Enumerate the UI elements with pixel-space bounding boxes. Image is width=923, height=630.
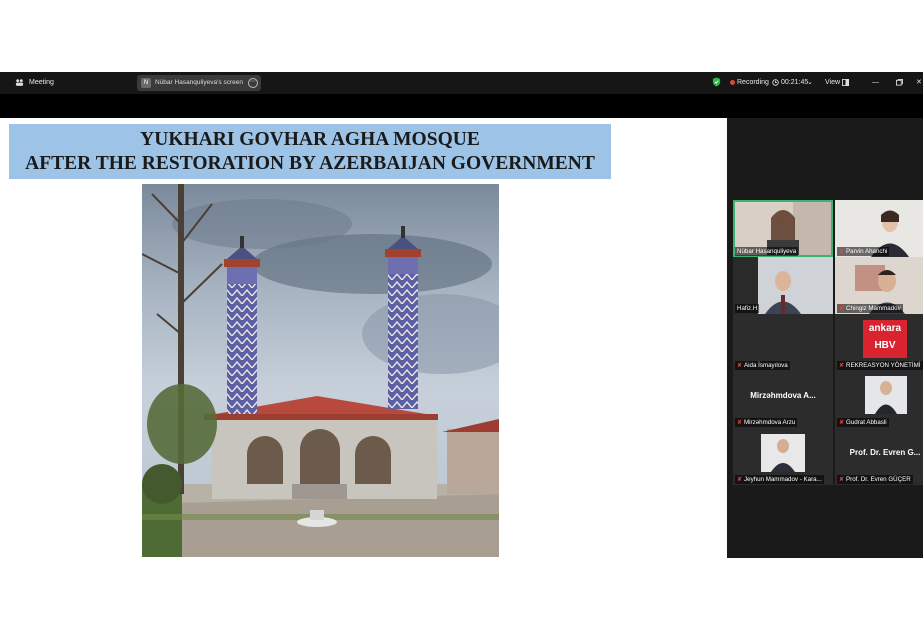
meeting-timer: 00:21:45 [781, 79, 809, 86]
participants-panel: Nübar Hasanquliyeva ✘ Parvin Ahanchi Hafi… [727, 118, 923, 558]
mic-muted-icon: ✘ [839, 477, 845, 483]
mosque-illustration [142, 184, 499, 557]
mosque-photo [142, 184, 499, 557]
screen-share-indicator[interactable]: N Nübar Hasanquliyeva's screen ⋯ [137, 75, 261, 91]
participant-name: ✘ Mirzəhmdova Arzu [735, 418, 798, 427]
participant-name: ✘ REKREASYON YÖNETİMİ [837, 361, 923, 370]
mic-muted-icon: ✘ [737, 363, 743, 369]
page-bottom [0, 558, 923, 630]
participant-tile[interactable]: ✘ Jeyhun Mammadov - Kara... [733, 428, 833, 485]
participant-name: ✘ Prof. Dr. Evren GÜÇER [837, 475, 913, 484]
participant-tile[interactable]: ankara HBV ✘ REKREASYON YÖNETİMİ [835, 314, 923, 371]
participant-tile[interactable]: Prof. Dr. Evren G... ✘ Prof. Dr. Evren GÜ… [835, 428, 923, 485]
participant-name: ✘ Jeyhun Mammadov - Kara... [735, 475, 824, 484]
toolbar-strip [0, 94, 923, 118]
participant-name: Hafiz.H [735, 304, 760, 313]
meeting-icon [15, 72, 24, 94]
view-label[interactable]: View [825, 72, 840, 94]
more-icon[interactable]: ⋯ [248, 78, 258, 88]
mic-muted-icon: ✘ [839, 249, 845, 255]
participant-name: ✘ Aida İsmayılova [735, 361, 790, 370]
participant-logo: ankara HBV [863, 320, 907, 358]
minimize-icon[interactable]: — [872, 72, 879, 94]
mic-muted-icon: ✘ [737, 477, 743, 483]
participant-display-name: Prof. Dr. Evren G... [849, 448, 921, 457]
mic-muted-icon: ✘ [839, 306, 845, 312]
mic-muted-icon: ✘ [737, 420, 743, 426]
shield-icon[interactable] [712, 72, 721, 94]
recording-label[interactable]: Recording [737, 72, 769, 94]
participant-tile[interactable]: ✘ Parvin Ahanchi [835, 200, 923, 257]
shared-slide: YUKHARI GOVHAR AGHA MOSQUE AFTER THE RES… [0, 118, 727, 558]
clock-icon [772, 72, 779, 94]
close-icon[interactable]: ✕ [916, 72, 922, 94]
participant-name: ✘ Gudrat Abbasli [837, 418, 889, 427]
participant-tile[interactable]: ✘ Gudrat Abbasli [835, 371, 923, 428]
slide-title-line-1: YUKHARI GOVHAR AGHA MOSQUE [140, 129, 480, 150]
participant-tile[interactable]: Hafiz.H [733, 257, 833, 314]
participant-display-name: Mirzəhmdova A... [750, 391, 816, 400]
mic-muted-icon: ✘ [839, 420, 845, 426]
record-dot-icon [730, 72, 735, 94]
top-bar: Meeting N Nübar Hasanquliyeva's screen ⋯… [0, 72, 923, 94]
maximize-icon[interactable] [896, 72, 903, 94]
mic-muted-icon: ✘ [839, 363, 845, 369]
view-icon[interactable] [842, 72, 849, 94]
participant-name: ✘ Chingiz Mammadov [837, 304, 903, 313]
slide-title-line-2: AFTER THE RESTORATION BY AZERBAIJAN GOVE… [25, 153, 595, 174]
participant-name: ✘ Parvin Ahanchi [837, 247, 890, 256]
participant-tile[interactable]: Mirzəhmdova A... ✘ Mirzəhmdova Arzu [733, 371, 833, 428]
meeting-label[interactable]: Meeting [29, 72, 54, 94]
participant-tile[interactable]: Nübar Hasanquliyeva [733, 200, 833, 257]
participant-tile[interactable]: ✘ Aida İsmayılova [733, 314, 833, 371]
presenter-avatar: N [141, 78, 151, 88]
chevron-down-icon[interactable]: ⌄ [807, 72, 813, 94]
participant-name: Nübar Hasanquliyeva [735, 247, 799, 256]
slide-title: YUKHARI GOVHAR AGHA MOSQUE AFTER THE RES… [9, 124, 611, 179]
participant-tile[interactable]: ✘ Chingiz Mammadov [835, 257, 923, 314]
screen-share-label: Nübar Hasanquliyeva's screen [155, 79, 243, 86]
